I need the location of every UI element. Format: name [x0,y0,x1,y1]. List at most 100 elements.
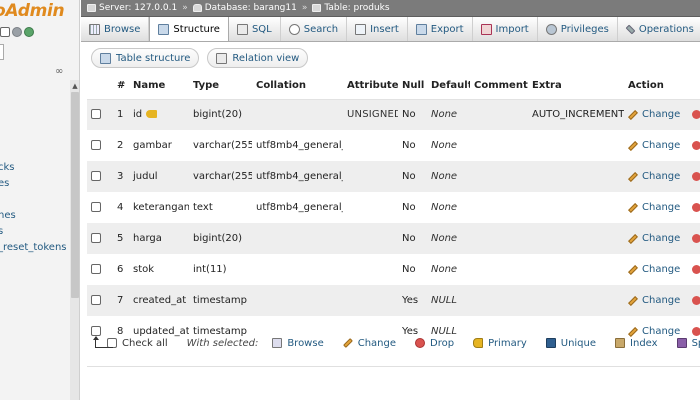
nav-tree-item[interactable]: nes [0,208,67,224]
tab-privileges[interactable]: Privileges [538,17,618,41]
table-header-row: # Name Type Collation Attributes Null De… [87,73,700,100]
drop-icon[interactable] [692,265,700,274]
cell-null: No [398,254,427,285]
bulk-primary-button[interactable]: Primary [473,338,527,349]
database-icon [192,4,202,12]
row-checkbox[interactable] [91,140,101,150]
link-icon[interactable]: ∞ [55,66,63,77]
bulk-unique-button[interactable]: Unique [545,338,596,349]
nav-filter-input[interactable] [0,44,4,60]
drop-icon[interactable] [692,234,700,243]
table-structure-button[interactable]: Table structure [91,48,200,68]
reload-icon[interactable] [24,27,34,37]
cell-default: None [427,223,470,254]
tab-operations[interactable]: Operations [618,17,700,41]
cell-num: 2 [113,130,129,161]
drop-icon [415,338,426,348]
cell-attributes: UNSIGNED [343,99,398,130]
row-checkbox-cell [87,161,113,192]
scrollbar-thumb[interactable] [71,92,79,298]
cell-extra [528,130,624,161]
change-link[interactable]: Change [628,202,700,213]
bulk-action-bar: Check all With selected: Browse Change D… [87,328,700,358]
row-checkbox[interactable] [91,109,101,120]
tab-search[interactable]: Search [281,17,348,41]
bulk-index-label: Index [630,337,658,349]
cell-num: 7 [113,285,129,316]
header-name[interactable]: Name [129,73,189,100]
navigation-panel: oAdmin ∞ cks es nes s _reset_tokens ▲ [0,0,80,400]
bulk-spatial-button[interactable]: Spatial [676,338,700,349]
cell-null: No [398,161,427,192]
cell-num: 5 [113,223,129,254]
cell-extra: AUTO_INCREMENT [528,99,624,130]
row-checkbox[interactable] [91,202,101,212]
change-link[interactable]: Change [628,295,700,306]
change-label: Change [642,295,681,306]
tab-import[interactable]: Import [473,17,538,41]
bulk-drop-button[interactable]: Drop [415,338,454,349]
drop-icon[interactable] [692,110,700,120]
cell-attributes [343,130,398,161]
change-link[interactable]: Change [628,140,700,151]
relation-view-button[interactable]: Relation view [207,48,309,68]
breadcrumb-database[interactable]: Database: barang11 [192,3,297,13]
tab-label: Insert [370,23,399,35]
nav-tree-item[interactable]: es [0,176,67,192]
breadcrumb-server[interactable]: Server: 127.0.0.1 [87,3,177,13]
nav-tree-item[interactable]: _reset_tokens [0,240,67,256]
drop-icon[interactable] [692,203,700,212]
row-checkbox[interactable] [91,264,101,274]
drop-icon[interactable] [692,141,700,150]
phpmyadmin-logo[interactable]: oAdmin [0,1,65,21]
change-link[interactable]: Change [628,109,700,120]
pencil-icon [628,295,638,306]
wrench-icon [625,24,636,34]
settings-icon[interactable] [12,27,22,37]
search-icon [288,23,300,35]
header-attributes: Attributes [343,73,398,100]
change-label: Change [642,264,681,275]
row-checkbox[interactable] [91,295,101,305]
pencil-icon [628,233,638,244]
scroll-up-arrow-icon[interactable]: ▲ [70,80,79,92]
nav-tree-item[interactable] [0,192,67,208]
nav-scrollbar[interactable]: ▲ [70,80,79,400]
cell-comments [470,192,528,223]
row-checkbox[interactable] [91,233,101,243]
header-default: Default [427,73,470,100]
check-all-toggle[interactable]: Check all [107,338,168,349]
tab-structure[interactable]: Structure [149,17,229,41]
import-icon [480,23,492,35]
change-link[interactable]: Change [628,171,700,182]
breadcrumb-table[interactable]: Table: produks [312,3,390,13]
docs-icon[interactable] [0,27,10,37]
cell-name: gambar [129,130,189,161]
cell-attributes [343,192,398,223]
nav-tree-item[interactable]: s [0,224,67,240]
drop-icon[interactable] [692,172,700,181]
drop-icon[interactable] [692,296,700,305]
tab-insert[interactable]: Insert [347,17,408,41]
table-structure-label: Table structure [116,52,191,64]
change-link[interactable]: Change [628,233,700,244]
tab-browse[interactable]: Browse [81,17,150,41]
row-checkbox[interactable] [91,171,101,181]
tab-label: Privileges [560,23,609,35]
tab-sql[interactable]: SQL [229,17,281,41]
change-label: Change [642,202,681,213]
table-row: 3 judul varchar(255) utf8mb4_general_ci … [87,161,700,192]
cell-num: 4 [113,192,129,223]
bulk-index-button[interactable]: Index [615,338,658,349]
nav-tree-item[interactable]: cks [0,160,67,176]
pencil-icon [628,171,638,182]
change-link[interactable]: Change [628,264,700,275]
tab-export[interactable]: Export [408,17,473,41]
bulk-change-button[interactable]: Change [342,338,396,349]
tab-label: Operations [638,23,694,35]
check-all-label[interactable]: Check all [122,338,168,349]
bulk-browse-button[interactable]: Browse [272,338,324,349]
cell-comments [470,223,528,254]
cell-num: 1 [113,99,129,130]
table-row: 4 keterangan text utf8mb4_general_ci No … [87,192,700,223]
